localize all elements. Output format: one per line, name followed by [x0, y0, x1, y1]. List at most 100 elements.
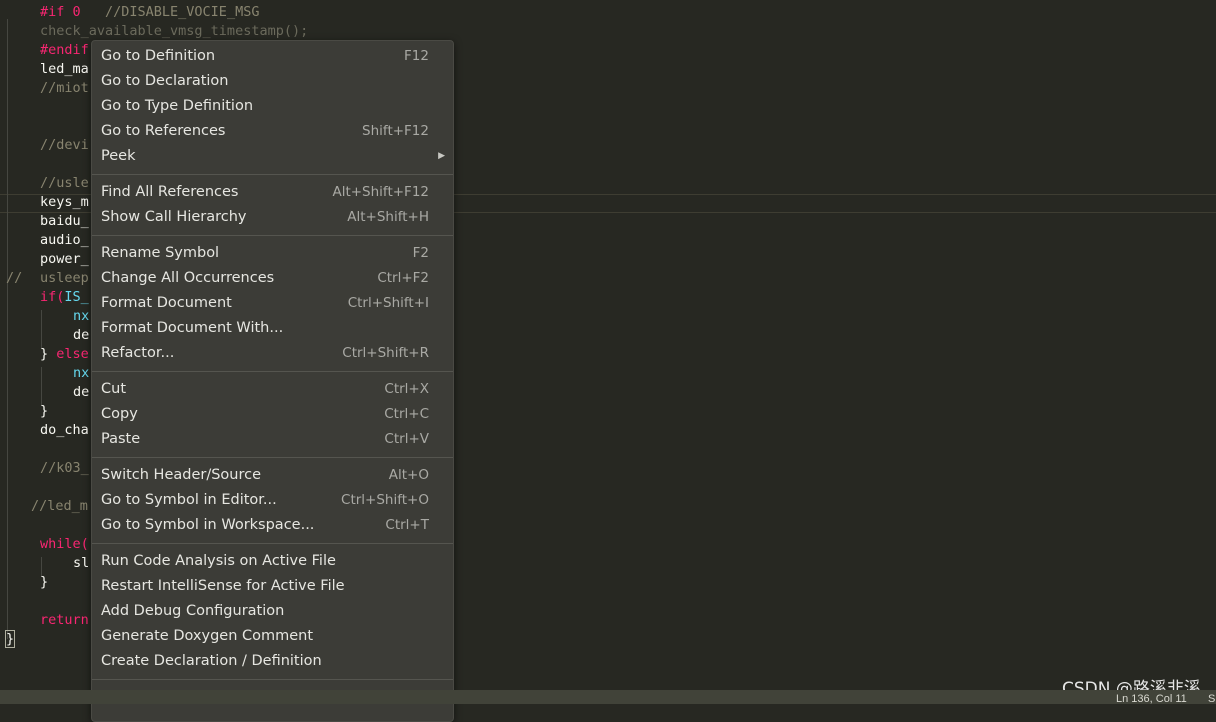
code-token: //DISABLE_VOCIE_MSG [80, 4, 260, 20]
code-token: else [56, 346, 89, 362]
menu-separator [92, 371, 453, 372]
code-token: while( [40, 536, 89, 552]
code-token: //devi [40, 137, 89, 153]
code-line: do_cha [40, 421, 89, 440]
menu-item-refactor[interactable]: Refactor... Ctrl+Shift+R [92, 341, 453, 366]
menu-item-label: Go to Symbol in Editor... [101, 492, 277, 508]
menu-item-shortcut: F2 [412, 245, 429, 261]
menu-item-label: Go to Definition [101, 48, 216, 64]
code-line: //usle [40, 174, 89, 193]
code-line: } [4, 630, 16, 649]
menu-separator [92, 174, 453, 175]
code-line: //k03_ [40, 459, 89, 478]
code-line: led_ma [40, 60, 89, 79]
code-token: IS_ [64, 289, 89, 305]
indent-guide [7, 19, 8, 639]
menu-separator [92, 679, 453, 680]
menu-item-generate-doxygen-comment[interactable]: Generate Doxygen Comment [92, 624, 453, 649]
menu-item-shortcut: F12 [404, 48, 429, 64]
code-token: if( [40, 289, 65, 305]
code-line: //devi [40, 136, 89, 155]
code-line: nx [73, 307, 89, 326]
code-line: check_available_vmsg_timestamp(); [40, 22, 308, 41]
menu-separator [92, 235, 453, 236]
code-token: //led_m [31, 498, 88, 514]
code-token: nx [73, 308, 90, 324]
code-token: return [40, 612, 89, 628]
menu-item-label: Cut [101, 381, 126, 397]
code-line: usleep [40, 269, 89, 288]
code-line: sl [73, 554, 89, 573]
menu-item-run-code-analysis-on-active-file[interactable]: Run Code Analysis on Active File [92, 549, 453, 574]
menu-item-label: Show Call Hierarchy [101, 209, 247, 225]
code-token: led_ma [40, 61, 89, 77]
code-token: de [73, 384, 90, 400]
code-line: } [40, 402, 48, 421]
menu-item-go-to-declaration[interactable]: Go to Declaration [92, 69, 453, 94]
menu-item-switch-header-source[interactable]: Switch Header/Source Alt+O [92, 463, 453, 488]
menu-item-label: Create Declaration / Definition [101, 653, 322, 669]
menu-item-shortcut: Ctrl+V [384, 431, 429, 447]
menu-item-create-declaration-definition[interactable]: Create Declaration / Definition [92, 649, 453, 674]
chevron-right-icon: ▶ [438, 151, 445, 161]
code-line: if(IS_ [40, 288, 89, 307]
menu-item-shortcut: Shift+F12 [362, 123, 429, 139]
code-line: //miot [40, 79, 89, 98]
menu-item-go-to-symbol-in-workspace[interactable]: Go to Symbol in Workspace... Ctrl+T [92, 513, 453, 538]
menu-item-copy[interactable]: Copy Ctrl+C [92, 402, 453, 427]
code-token: usleep [40, 270, 89, 286]
code-line: return [40, 611, 89, 630]
menu-item-show-call-hierarchy[interactable]: Show Call Hierarchy Alt+Shift+H [92, 205, 453, 230]
menu-item-add-debug-configuration[interactable]: Add Debug Configuration [92, 599, 453, 624]
menu-item-shortcut: Ctrl+Shift+R [342, 345, 429, 361]
code-line: baidu_ [40, 212, 89, 231]
menu-item-shortcut: Ctrl+C [384, 406, 429, 422]
menu-item-cut[interactable]: Cut Ctrl+X [92, 377, 453, 402]
code-token: audio_ [40, 232, 89, 248]
menu-separator [92, 457, 453, 458]
code-token: #endif [40, 42, 89, 58]
cursor-position[interactable]: Ln 136, Col 11 [1116, 688, 1187, 710]
menu-separator [92, 543, 453, 544]
menu-item-change-all-occurrences[interactable]: Change All Occurrences Ctrl+F2 [92, 266, 453, 291]
menu-item-label: Switch Header/Source [101, 467, 262, 483]
code-token: } [40, 346, 57, 362]
code-line: } [40, 573, 48, 592]
menu-item-shortcut: Ctrl+X [384, 381, 429, 397]
indent-guide [41, 367, 42, 405]
code-line: //led_m [31, 497, 88, 516]
menu-item-peek[interactable]: Peek ▶ [92, 144, 453, 169]
menu-item-format-document-with[interactable]: Format Document With... [92, 316, 453, 341]
menu-item-go-to-type-definition[interactable]: Go to Type Definition [92, 94, 453, 119]
code-token: //k03_ [40, 460, 89, 476]
menu-item-label: Find All References [101, 184, 239, 200]
menu-item-paste[interactable]: Paste Ctrl+V [92, 427, 453, 452]
menu-item-go-to-symbol-in-editor[interactable]: Go to Symbol in Editor... Ctrl+Shift+O [92, 488, 453, 513]
code-line: #endif [40, 41, 89, 60]
menu-item-label: Rename Symbol [101, 245, 220, 261]
menu-item-find-all-references[interactable]: Find All References Alt+Shift+F12 [92, 180, 453, 205]
menu-item-go-to-references[interactable]: Go to References Shift+F12 [92, 119, 453, 144]
menu-item-label: Go to Type Definition [101, 98, 254, 114]
code-token: //usle [40, 175, 89, 191]
menu-item-label: Restart IntelliSense for Active File [101, 578, 345, 594]
status-item[interactable]: S [1208, 688, 1215, 710]
menu-item-label: Refactor... [101, 345, 175, 361]
code-line: power_ [40, 250, 89, 269]
code-line: } else [40, 345, 89, 364]
menu-item-shortcut: Alt+Shift+F12 [332, 184, 429, 200]
code-token: } [40, 403, 49, 419]
code-line: keys_m [40, 193, 89, 212]
menu-item-rename-symbol[interactable]: Rename Symbol F2 [92, 241, 453, 266]
code-token: power_ [40, 251, 89, 267]
code-token: sl [73, 555, 90, 571]
menu-item-shortcut: Ctrl+F2 [377, 270, 429, 286]
menu-item-restart-intellisense-for-active-file[interactable]: Restart IntelliSense for Active File [92, 574, 453, 599]
menu-item-shortcut: Alt+Shift+H [347, 209, 429, 225]
code-line: audio_ [40, 231, 89, 250]
code-line: de [73, 326, 89, 345]
menu-item-label: Format Document With... [101, 320, 284, 336]
menu-item-label: Go to Declaration [101, 73, 229, 89]
menu-item-format-document[interactable]: Format Document Ctrl+Shift+I [92, 291, 453, 316]
menu-item-go-to-definition[interactable]: Go to Definition F12 [92, 44, 453, 69]
